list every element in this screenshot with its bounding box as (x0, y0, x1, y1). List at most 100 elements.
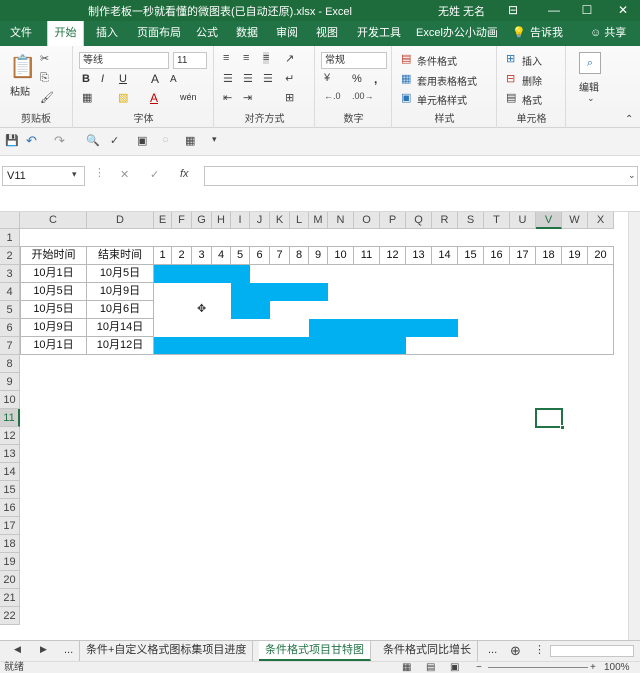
add-sheet-icon[interactable]: ⊕ (510, 643, 521, 659)
increase-decimal-icon[interactable]: ←.0 (324, 91, 341, 101)
redo-icon[interactable]: ↷ (54, 133, 65, 149)
paste-button[interactable]: 粘贴 (10, 83, 30, 98)
column-header-n[interactable]: N (328, 212, 354, 229)
number-format-select[interactable]: 常规 (321, 52, 387, 69)
end-date-cell[interactable]: 10月9日 (87, 283, 154, 301)
zoom-level[interactable]: 100% (604, 662, 630, 673)
tab-data[interactable]: 数据 (236, 21, 258, 46)
tab-view[interactable]: 视图 (316, 21, 338, 46)
select-all-button[interactable] (0, 212, 20, 229)
column-header-x[interactable]: X (588, 212, 614, 229)
end-date-cell[interactable]: 10月5日 (87, 265, 154, 283)
increase-indent-icon[interactable]: ⇥ (243, 91, 252, 104)
column-header-f[interactable]: F (172, 212, 192, 229)
column-header-w[interactable]: W (562, 212, 588, 229)
format-button[interactable]: 格式 (522, 92, 542, 107)
expand-formula-icon[interactable]: ⌄ (628, 170, 636, 181)
column-header-l[interactable]: L (290, 212, 309, 229)
maximize-icon[interactable]: ☐ (572, 0, 602, 21)
day-number-cell[interactable]: 2 (172, 247, 192, 265)
tell-me-search[interactable]: 告诉我 (530, 21, 563, 46)
more-sheets-icon[interactable]: ⋮ (534, 643, 545, 656)
fill-handle[interactable] (560, 425, 565, 430)
day-number-cell[interactable]: 3 (192, 247, 212, 265)
fill-color-icon[interactable]: ▧ (118, 91, 128, 104)
copy-icon[interactable]: ⎘ (40, 72, 49, 85)
chevron-down-icon[interactable]: ⌄ (587, 93, 595, 104)
vertical-scrollbar[interactable] (628, 212, 640, 640)
day-number-cell[interactable]: 9 (309, 247, 328, 265)
active-cell[interactable] (535, 408, 565, 430)
day-number-cell[interactable]: 10 (328, 247, 354, 265)
search-icon[interactable]: ⌕ (579, 52, 601, 74)
comma-button[interactable]: , (374, 72, 377, 86)
bold-button[interactable]: B (82, 73, 90, 85)
zoom-slider[interactable] (488, 667, 588, 668)
row-header-2[interactable]: 2 (0, 247, 20, 265)
save-icon[interactable]: 💾 (5, 134, 19, 147)
format-painter-icon[interactable]: 🖌 (40, 91, 54, 104)
tab-file[interactable]: 文件 (10, 21, 32, 46)
day-number-cell[interactable]: 13 (406, 247, 432, 265)
header-end-time[interactable]: 结束时间 (87, 247, 154, 265)
row-header-20[interactable]: 20 (0, 571, 20, 589)
row-header-22[interactable]: 22 (0, 607, 20, 625)
column-header-e[interactable]: E (154, 212, 172, 229)
shrink-font-button[interactable]: A (170, 74, 177, 85)
row-header-15[interactable]: 15 (0, 481, 20, 499)
sheet-tab-more-right[interactable]: ... (482, 641, 503, 661)
undo-icon[interactable]: ↶ (26, 133, 37, 149)
day-number-cell[interactable]: 11 (354, 247, 380, 265)
row-header-6[interactable]: 6 (0, 319, 20, 337)
horizontal-scrollbar[interactable] (550, 645, 634, 657)
row-header-1[interactable]: 1 (0, 229, 20, 247)
insert-function-icon[interactable]: fx (180, 168, 189, 180)
day-number-cell[interactable]: 1 (154, 247, 172, 265)
spelling-icon[interactable]: ✓ (110, 134, 119, 147)
enter-icon[interactable]: ✓ (150, 168, 159, 181)
row-header-5[interactable]: 5 (0, 301, 20, 319)
cell-styles-button[interactable]: 单元格样式 (417, 92, 467, 107)
page-break-view-icon[interactable]: ▣ (450, 662, 459, 673)
merge-center-icon[interactable]: ⊞ (285, 91, 294, 104)
zoom-in-icon[interactable]: + (590, 662, 596, 673)
user-name[interactable]: 无姓 无名 (438, 3, 485, 19)
column-header-j[interactable]: J (250, 212, 270, 229)
column-header-q[interactable]: Q (406, 212, 432, 229)
row-header-9[interactable]: 9 (0, 373, 20, 391)
row-header-21[interactable]: 21 (0, 589, 20, 607)
table-icon[interactable]: ▦ (185, 134, 195, 147)
delete-button[interactable]: 删除 (522, 73, 542, 88)
borders-icon[interactable]: ▦ (82, 91, 92, 104)
customize-qat-icon[interactable]: ▾ (212, 134, 217, 145)
print-preview-icon[interactable]: 🔍 (86, 134, 100, 147)
column-header-o[interactable]: O (354, 212, 380, 229)
font-size-select[interactable]: 11 (173, 52, 207, 69)
day-number-cell[interactable]: 18 (536, 247, 562, 265)
format-as-table-button[interactable]: 套用表格格式 (417, 73, 477, 88)
column-header-h[interactable]: H (212, 212, 231, 229)
wrap-text-icon[interactable]: ↵ (285, 72, 294, 85)
cancel-icon[interactable]: ✕ (120, 168, 129, 181)
conditional-format-button[interactable]: 条件格式 (417, 53, 457, 68)
editing-button[interactable]: 编辑 (579, 79, 599, 94)
day-number-cell[interactable]: 19 (562, 247, 588, 265)
underline-button[interactable]: U (119, 73, 127, 85)
start-date-cell[interactable]: 10月5日 (20, 283, 87, 301)
row-header-16[interactable]: 16 (0, 499, 20, 517)
share-button[interactable]: ☺ 共享 (590, 21, 626, 46)
end-date-cell[interactable]: 10月6日 (87, 301, 154, 319)
start-date-cell[interactable]: 10月9日 (20, 319, 87, 337)
day-number-cell[interactable]: 17 (510, 247, 536, 265)
sheet-tab-gantt[interactable]: 条件格式项目甘特图 (259, 641, 371, 661)
sheet-tab-more-left[interactable]: ... (58, 641, 81, 661)
day-number-cell[interactable]: 7 (270, 247, 290, 265)
column-header-i[interactable]: I (231, 212, 250, 229)
align-center-icon[interactable]: ☰ (243, 72, 253, 85)
sheet-tab-yoy[interactable]: 条件格式同比增长 (377, 641, 478, 661)
start-date-cell[interactable]: 10月1日 (20, 265, 87, 283)
row-header-8[interactable]: 8 (0, 355, 20, 373)
align-middle-icon[interactable]: ≡ (243, 52, 249, 64)
column-header-d[interactable]: D (87, 212, 154, 229)
row-header-12[interactable]: 12 (0, 427, 20, 445)
